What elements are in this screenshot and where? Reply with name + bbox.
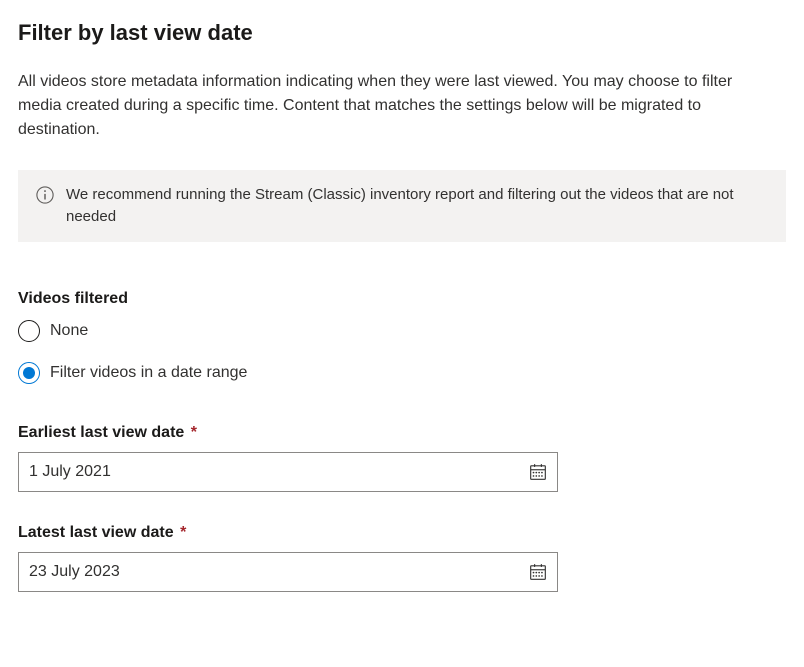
calendar-icon[interactable] (529, 463, 547, 481)
field-label-text: Earliest last view date (18, 424, 184, 441)
radio-label: None (50, 322, 88, 340)
videos-filtered-label: Videos filtered (18, 290, 786, 308)
required-indicator: * (180, 524, 186, 541)
info-icon (36, 184, 54, 204)
radio-dot-icon (23, 367, 35, 379)
earliest-date-label: Earliest last view date * (18, 424, 786, 442)
earliest-date-input-wrapper[interactable] (18, 452, 558, 492)
info-banner: We recommend running the Stream (Classic… (18, 170, 786, 242)
radio-circle-icon (18, 320, 40, 342)
earliest-date-field: Earliest last view date * (18, 424, 786, 492)
earliest-date-input[interactable] (29, 463, 529, 481)
radio-group: None Filter videos in a date range (18, 320, 786, 384)
field-label-text: Latest last view date (18, 524, 174, 541)
latest-date-field: Latest last view date * (18, 524, 786, 592)
page-description: All videos store metadata information in… (18, 70, 778, 142)
calendar-icon[interactable] (529, 563, 547, 581)
latest-date-label: Latest last view date * (18, 524, 786, 542)
page-title: Filter by last view date (18, 20, 786, 46)
latest-date-input[interactable] (29, 563, 529, 581)
latest-date-input-wrapper[interactable] (18, 552, 558, 592)
radio-label: Filter videos in a date range (50, 364, 247, 382)
radio-option-none[interactable]: None (18, 320, 786, 342)
radio-option-date-range[interactable]: Filter videos in a date range (18, 362, 786, 384)
info-text: We recommend running the Stream (Classic… (66, 184, 768, 228)
required-indicator: * (191, 424, 197, 441)
radio-circle-icon (18, 362, 40, 384)
